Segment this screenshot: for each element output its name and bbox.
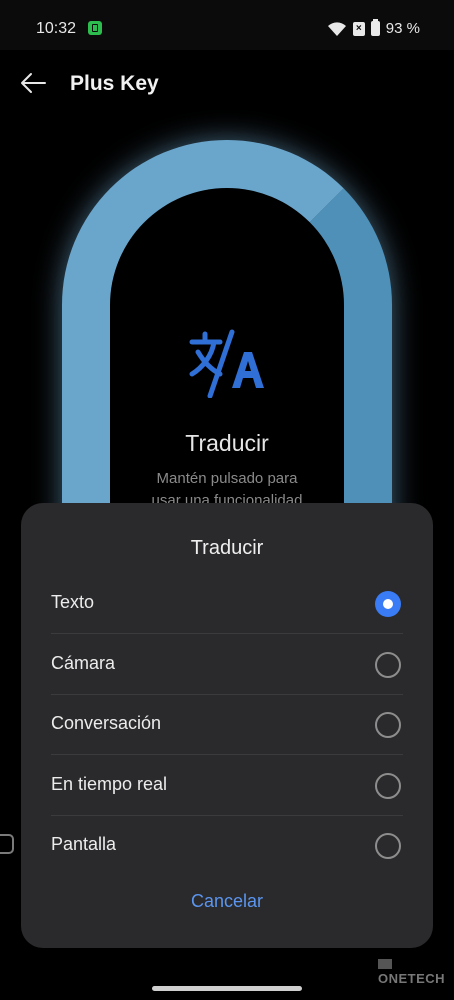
feature-title: Traducir (185, 430, 269, 456)
plus-key-illustration: Traducir Mantén pulsado para usar una fu… (0, 130, 454, 700)
cancel-button[interactable]: Cancelar (21, 891, 433, 912)
option-texto[interactable]: Texto (21, 574, 433, 634)
radio-unselected[interactable] (375, 773, 401, 799)
radio-unselected[interactable] (375, 833, 401, 859)
arrow-left-icon (21, 73, 46, 93)
option-label: Texto (51, 592, 95, 612)
option-label: Pantalla (51, 834, 117, 854)
option-pantalla[interactable]: Pantalla (21, 816, 433, 876)
option-conversacion[interactable]: Conversación (21, 695, 433, 755)
notification-app-icon (88, 21, 102, 35)
option-en-tiempo-real[interactable]: En tiempo real (21, 756, 433, 816)
camera-icon (0, 834, 14, 854)
option-label: En tiempo real (51, 774, 168, 794)
page-title: Plus Key (70, 72, 159, 95)
dialog-title: Traducir (190, 537, 264, 559)
feature-description-line: Mantén pulsado para (156, 470, 298, 487)
radio-unselected[interactable] (375, 652, 401, 678)
wifi-icon (327, 21, 346, 36)
option-label: Cámara (51, 653, 116, 673)
translate-icon (189, 329, 264, 398)
sim-error-icon: × (352, 21, 365, 36)
option-label: Conversación (51, 713, 162, 733)
home-indicator[interactable] (152, 986, 302, 991)
status-icons: × 93 % (327, 19, 420, 37)
back-button[interactable] (18, 68, 54, 100)
status-bar: 10:32 × 93 % (0, 0, 454, 50)
status-time: 10:32 (36, 20, 77, 37)
radio-unselected[interactable] (375, 712, 401, 738)
option-camara[interactable]: Cámara (21, 635, 433, 695)
battery-level: 93 % (385, 20, 420, 37)
battery-icon (370, 19, 380, 36)
watermark-text: ONETECH (378, 971, 446, 986)
radio-selected[interactable] (375, 591, 401, 617)
divider (51, 633, 403, 634)
divider (51, 754, 403, 755)
translate-options-dialog: Traducir Texto Cámara Conversación En ti… (21, 503, 433, 948)
app-bar: Plus Key (0, 50, 454, 120)
watermark-logo: ONETECH (378, 956, 454, 986)
